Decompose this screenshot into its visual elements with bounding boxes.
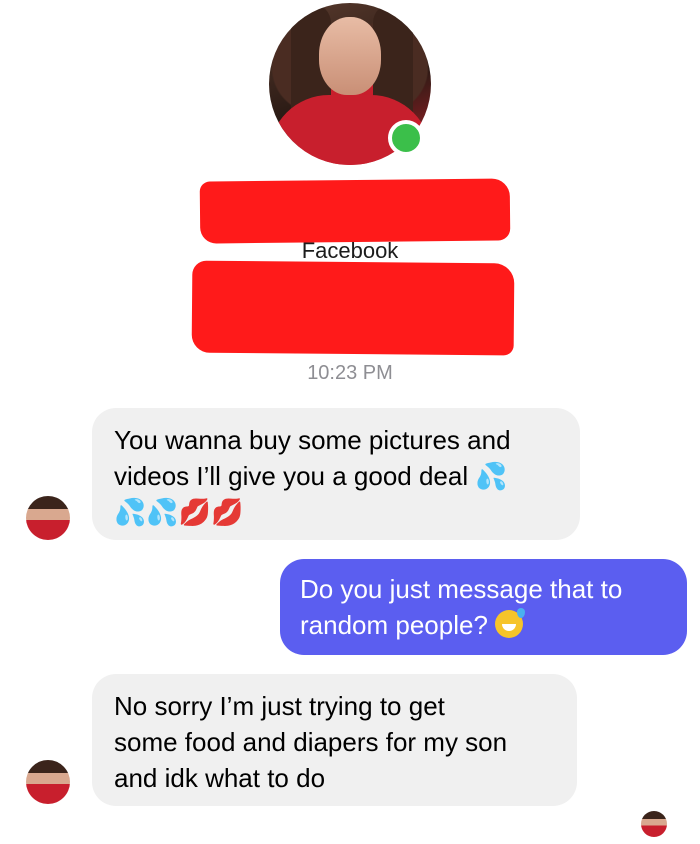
sweat-droplets-emoji: 💦 [475,462,508,492]
message-line-with-emoji: random people? [300,607,667,643]
message-line: videos I’ll give you a good deal [114,461,469,491]
message-line: and idk what to do [114,763,326,793]
message-line: No sorry I’m just trying to get [114,691,445,721]
incoming-message[interactable]: No sorry I’m just trying to get some foo… [92,674,577,806]
incoming-message[interactable]: You wanna buy some pictures and videos I… [92,408,580,540]
message-timestamp: 10:23 PM [307,362,393,384]
online-status-icon [388,120,424,156]
message-line-with-emoji: videos I’ll give you a good deal 💦 [114,458,558,495]
outgoing-message[interactable]: Do you just message that to random peopl… [280,559,687,655]
sender-avatar[interactable] [26,760,70,804]
message-line: random people? [300,610,488,640]
sender-avatar[interactable] [26,496,70,540]
platform-label: Facebook [301,238,399,263]
read-receipt-avatar-icon [641,811,667,837]
message-line: You wanna buy some pictures and [114,425,511,455]
emoji-line: 💦💦💋💋 [114,495,558,531]
redacted-name [199,178,511,244]
emoji-sequence: 💦💦💋💋 [114,498,244,528]
message-line: Do you just message that to [300,574,623,604]
grinning-sweat-emoji [495,608,526,638]
message-line: some food and diapers for my son [114,727,508,757]
redacted-details [191,260,515,356]
